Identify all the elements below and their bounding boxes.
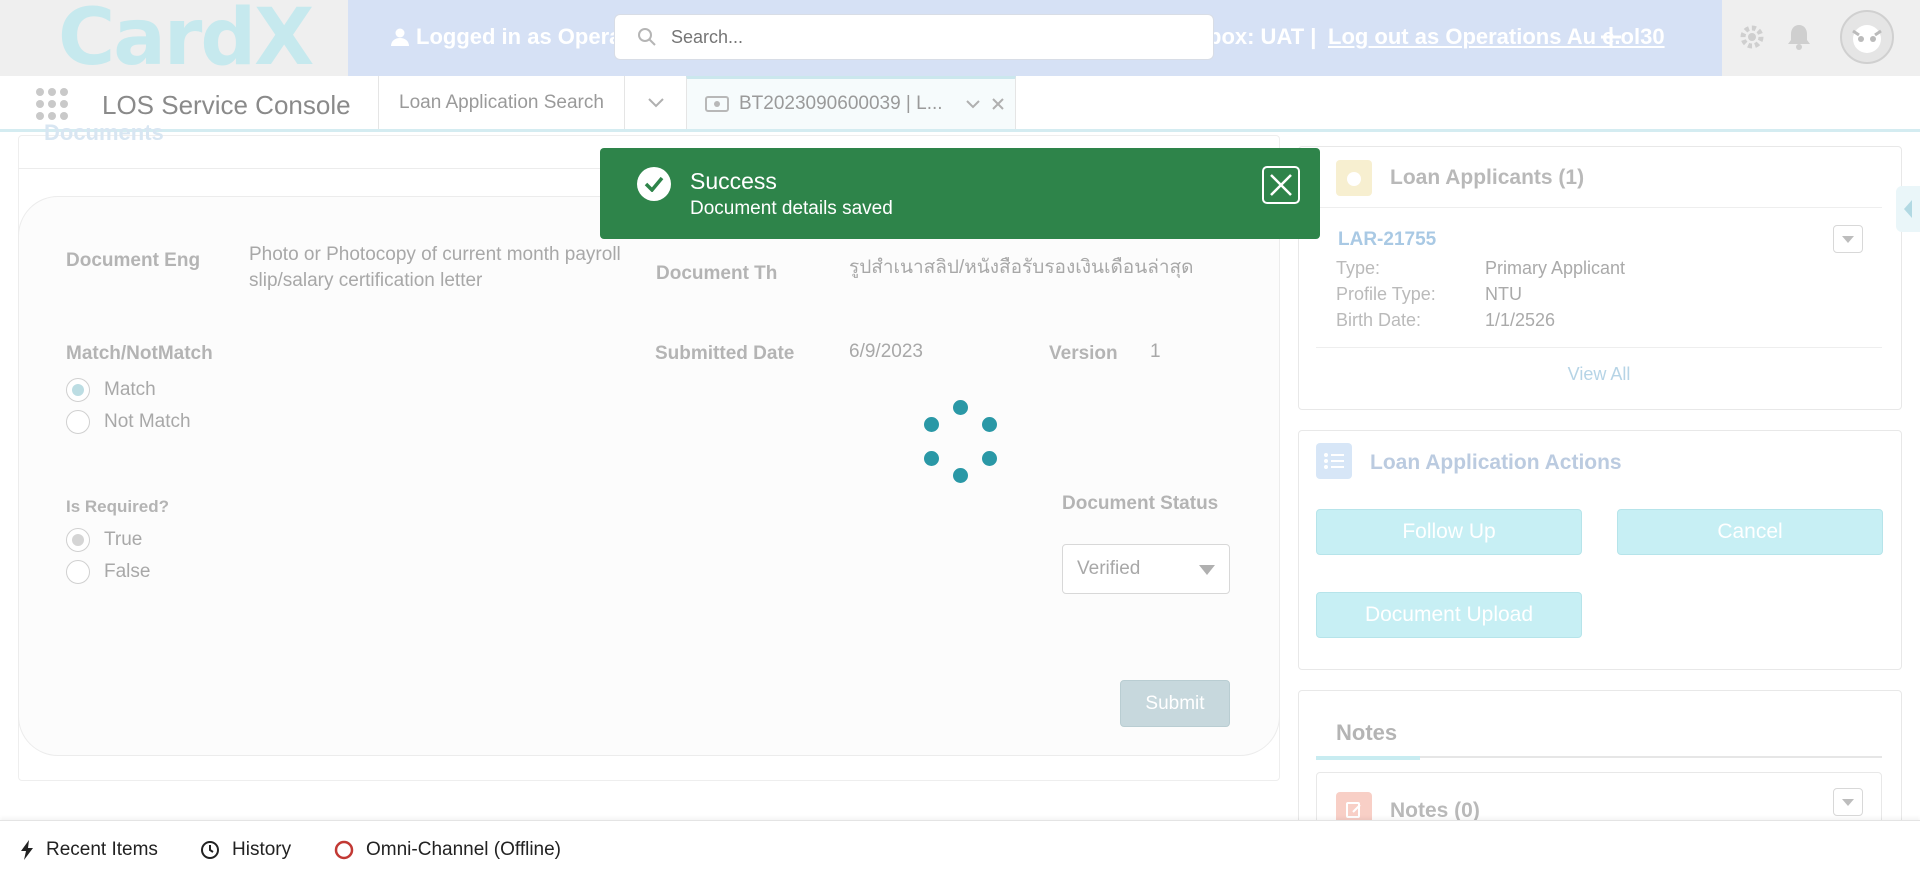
applicant-row-menu[interactable] <box>1833 225 1863 253</box>
document-status-select[interactable]: Verified <box>1062 544 1230 594</box>
document-th-value: รูปสำเนาสลิป/หนังสือรับรองเงินเดือนล่าสุ… <box>849 257 1194 278</box>
tab-loan-application-record[interactable]: BT2023090600039 | L... <box>686 76 1016 129</box>
loading-spinner <box>920 400 1000 484</box>
search-icon <box>638 28 656 46</box>
user-icon <box>391 28 409 46</box>
match-label: Match/NotMatch <box>66 343 213 364</box>
utility-bar: Recent Items History Omni-Channel (Offli… <box>0 820 1920 880</box>
document-eng-value: Photo or Photocopy of current month payr… <box>249 244 621 291</box>
avatar[interactable] <box>1840 10 1894 64</box>
toast-message: Document details saved <box>690 198 893 219</box>
logo: CardX <box>58 0 314 83</box>
clock-icon <box>201 841 219 859</box>
view-all-link[interactable]: View All <box>1316 364 1882 385</box>
applicant-record-link[interactable]: LAR-21755 <box>1338 229 1436 251</box>
list-icon <box>1316 443 1352 479</box>
side-panel-toggle[interactable] <box>1896 186 1920 232</box>
submitted-date-value: 6/9/2023 <box>849 341 923 362</box>
close-icon <box>1270 174 1292 196</box>
toast-title: Success <box>690 168 777 194</box>
loan-application-actions-title: Loan Application Actions <box>1370 451 1622 474</box>
chevron-down-icon <box>647 97 664 107</box>
offline-status-icon <box>334 840 354 860</box>
submit-button[interactable]: Submit <box>1120 680 1230 727</box>
nav-menu-dropdown[interactable] <box>624 76 686 129</box>
tab-loan-application-search[interactable]: Loan Application Search <box>378 76 624 129</box>
gear-icon[interactable] <box>1737 22 1767 52</box>
logged-in-text: Logged in as Opera <box>416 24 622 49</box>
birth-date-label: Birth Date: <box>1336 310 1422 330</box>
documents-section-title: Documents <box>44 120 164 145</box>
profile-type-label: Profile Type: <box>1336 284 1436 304</box>
birth-date-value: 1/1/2526 <box>1485 310 1556 330</box>
app-launcher-icon[interactable] <box>36 88 68 120</box>
tab-record-label: BT2023090600039 | L... <box>739 93 943 114</box>
submitted-date-label: Submitted Date <box>655 343 795 364</box>
is-required-label: Is Required? <box>66 497 169 516</box>
search-input[interactable] <box>671 26 1151 48</box>
required-true-radio[interactable]: True <box>66 528 142 552</box>
notes-tab[interactable]: Notes <box>1336 720 1397 746</box>
cancel-button[interactable]: Cancel <box>1617 509 1883 555</box>
notes-tab-active-indicator <box>1316 756 1420 760</box>
history-button[interactable]: History <box>200 839 291 861</box>
applicant-icon <box>1336 160 1372 196</box>
recent-items-button[interactable]: Recent Items <box>20 839 158 861</box>
document-th-label: Document Th <box>656 263 778 284</box>
required-false-radio[interactable]: False <box>66 560 150 584</box>
profile-type-value: NTU <box>1485 284 1522 304</box>
app-name: LOS Service Console <box>102 90 351 120</box>
add-icon[interactable] <box>1596 22 1626 52</box>
follow-up-button[interactable]: Follow Up <box>1316 509 1582 555</box>
version-value: 1 <box>1150 341 1161 362</box>
type-value: Primary Applicant <box>1485 258 1626 278</box>
sandbox-text: box: UAT | <box>1208 24 1317 49</box>
astro-avatar-icon <box>1852 25 1882 53</box>
chevron-down-icon[interactable] <box>965 98 981 110</box>
notes-menu[interactable] <box>1833 788 1863 816</box>
loan-applicants-title: Loan Applicants (1) <box>1390 166 1585 189</box>
version-label: Version <box>1049 343 1118 364</box>
chevron-down-icon <box>1199 565 1215 575</box>
document-eng-label: Document Eng <box>66 250 201 271</box>
chevron-left-icon <box>1904 200 1912 218</box>
omni-channel-button[interactable]: Omni-Channel (Offline) <box>334 839 561 861</box>
document-status-label: Document Status <box>1062 493 1219 514</box>
match-radio[interactable]: Match <box>66 378 156 402</box>
global-search[interactable] <box>614 14 1214 60</box>
console-nav-bar: LOS Service Console Loan Application Sea… <box>0 76 1920 132</box>
type-label: Type: <box>1336 258 1381 278</box>
global-header: CardX Logged in as Opera box: UAT | Log … <box>0 0 1920 83</box>
money-icon <box>705 96 729 112</box>
bell-icon[interactable] <box>1784 22 1814 52</box>
toast-close-button[interactable] <box>1262 166 1300 204</box>
close-tab-icon[interactable] <box>991 97 1005 111</box>
success-toast: Success Document details saved <box>600 148 1320 239</box>
lightning-icon <box>21 840 33 860</box>
not-match-radio[interactable]: Not Match <box>66 410 191 434</box>
document-upload-button[interactable]: Document Upload <box>1316 592 1582 638</box>
success-check-icon <box>637 167 671 201</box>
